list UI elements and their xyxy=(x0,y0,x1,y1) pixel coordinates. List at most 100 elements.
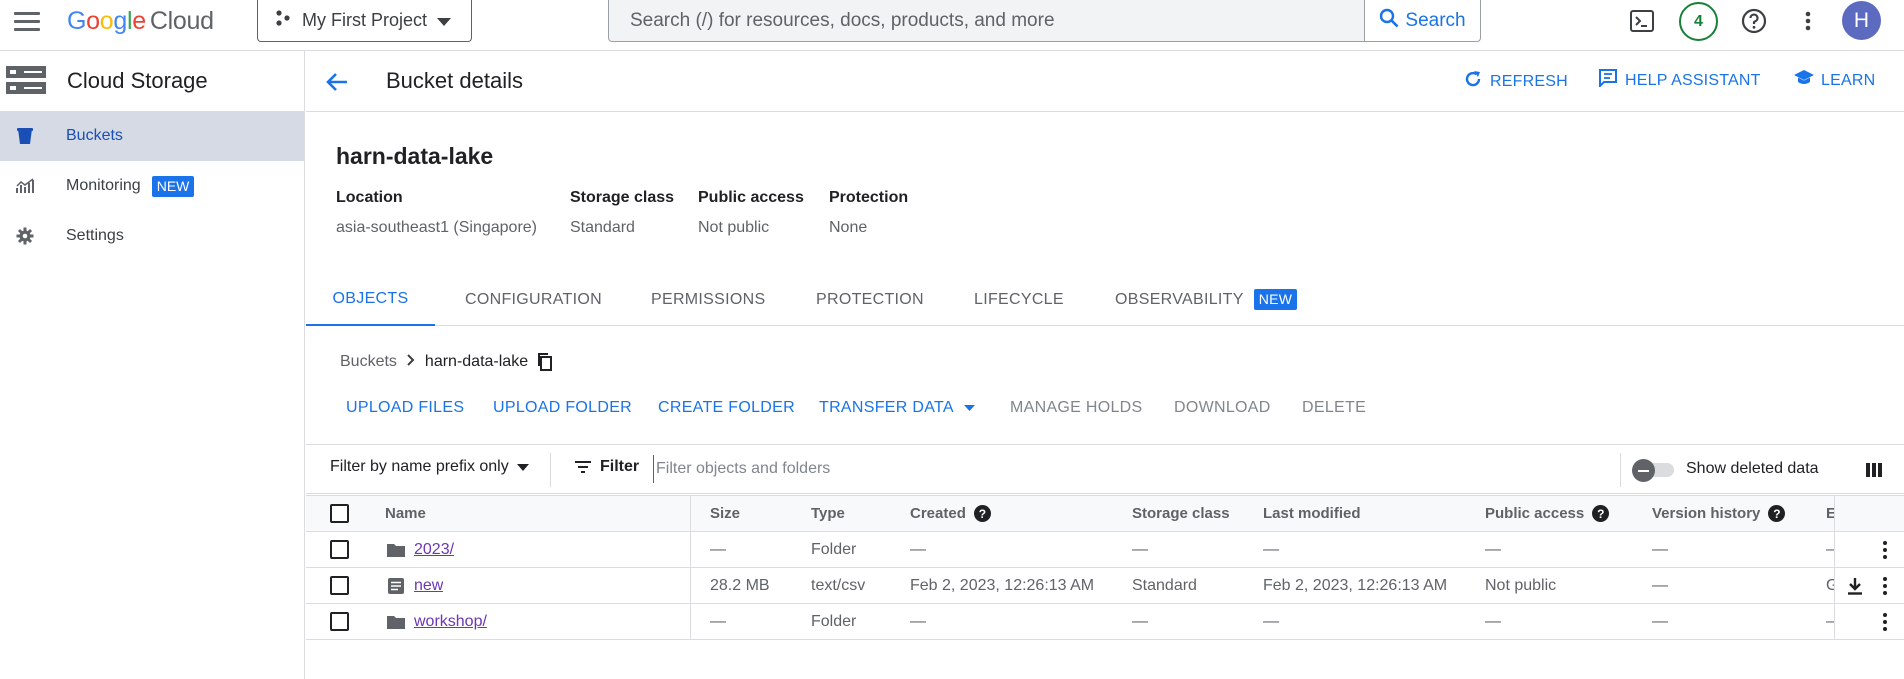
back-arrow-icon[interactable] xyxy=(322,67,352,97)
logo-letter: g xyxy=(113,7,127,35)
storage-class-cell: — xyxy=(1132,612,1148,630)
prefix-filter-select[interactable]: Filter by name prefix only xyxy=(330,458,529,476)
logo-letter: G xyxy=(67,7,87,35)
object-name-cell: new xyxy=(414,568,443,603)
search-button-label: Search xyxy=(1405,9,1466,31)
show-deleted-toggle[interactable] xyxy=(1632,459,1674,482)
table-row: new 28.2 MB text/csv Feb 2, 2023, 12:26:… xyxy=(306,568,1904,604)
row-checkbox-cell xyxy=(330,532,349,567)
page-header: Bucket details REFRESH HELP ASSISTANT LE… xyxy=(306,51,1904,112)
folder-icon xyxy=(387,532,405,567)
search-input[interactable] xyxy=(609,0,1364,41)
sidebar-item-settings[interactable]: Settings xyxy=(0,211,304,261)
object-name-link[interactable]: new xyxy=(414,577,443,595)
created-cell: Feb 2, 2023, 12:26:13 AM xyxy=(910,576,1095,594)
learn-button[interactable]: LEARN xyxy=(1794,69,1875,92)
create-folder-button[interactable]: CREATE FOLDER xyxy=(658,388,795,428)
object-name-cell: 2023/ xyxy=(414,532,454,567)
help-icon[interactable]: ? xyxy=(973,505,991,522)
row-checkbox[interactable] xyxy=(330,540,349,559)
more-vert-icon[interactable] xyxy=(1875,532,1895,567)
column-header-size[interactable]: Size xyxy=(710,496,740,531)
google-cloud-logo[interactable]: Google Cloud xyxy=(67,6,214,36)
column-divider xyxy=(690,532,691,567)
gear-icon xyxy=(15,226,35,246)
folder-icon xyxy=(387,604,405,639)
object-name-cell: workshop/ xyxy=(414,604,487,639)
column-display-icon[interactable] xyxy=(1862,458,1886,482)
download-icon[interactable] xyxy=(1845,568,1865,603)
learn-label: LEARN xyxy=(1821,71,1876,89)
meta-label: Location xyxy=(336,189,403,206)
manage-holds-button[interactable]: MANAGE HOLDS xyxy=(1010,388,1143,428)
breadcrumb: Buckets harn-data-lake xyxy=(340,353,553,371)
version-history-cell: — xyxy=(1652,612,1668,630)
object-name-link[interactable]: 2023/ xyxy=(414,541,454,559)
tab-lifecycle[interactable]: LIFECYCLE xyxy=(974,273,1064,326)
notifications-badge[interactable]: 4 xyxy=(1679,2,1718,41)
more-vert-icon[interactable] xyxy=(1875,604,1895,639)
chevron-down-icon xyxy=(516,463,529,471)
column-header-public-access[interactable]: Public access ? xyxy=(1485,496,1610,531)
meta-value: asia-southeast1 (Singapore) xyxy=(336,219,538,236)
main-menu-icon[interactable] xyxy=(14,9,44,33)
column-header-label: Version history xyxy=(1652,505,1761,522)
column-header-created[interactable]: Created ? xyxy=(910,496,991,531)
more-vert-icon[interactable] xyxy=(1875,568,1895,603)
upload-folder-button[interactable]: UPLOAD FOLDER xyxy=(493,388,632,428)
row-actions xyxy=(1834,604,1904,639)
filter-input[interactable] xyxy=(653,455,1353,483)
size-cell: 28.2 MB xyxy=(710,576,770,594)
sidebar-item-monitoring[interactable]: Monitoring NEW xyxy=(0,161,304,211)
filter-list-icon xyxy=(574,460,592,474)
column-header-version-history[interactable]: Version history ? xyxy=(1652,496,1786,531)
project-name: My First Project xyxy=(302,10,428,30)
transfer-data-button[interactable]: TRANSFER DATA xyxy=(819,388,975,428)
project-picker[interactable]: My First Project xyxy=(257,0,472,42)
download-button[interactable]: DOWNLOAD xyxy=(1174,388,1271,428)
help-icon[interactable] xyxy=(1738,5,1770,37)
tab-permissions[interactable]: PERMISSIONS xyxy=(651,273,765,326)
version-history-cell: — xyxy=(1652,540,1668,558)
more-vert-icon[interactable] xyxy=(1792,5,1824,37)
size-cell: — xyxy=(710,612,726,630)
tab-objects[interactable]: OBJECTS xyxy=(306,273,435,326)
help-icon[interactable]: ? xyxy=(1768,505,1786,522)
row-actions xyxy=(1834,568,1904,603)
table-row: workshop/ — Folder — — — — — – xyxy=(306,604,1904,640)
refresh-label: REFRESH xyxy=(1490,72,1568,90)
bucket-icon xyxy=(15,126,35,146)
sidebar-item-buckets[interactable]: Buckets xyxy=(0,111,304,161)
storage-class-cell: — xyxy=(1132,540,1148,558)
copy-icon[interactable] xyxy=(537,353,553,371)
upload-files-button[interactable]: UPLOAD FILES xyxy=(346,388,464,428)
column-header-type[interactable]: Type xyxy=(811,496,845,531)
column-header-storage-class[interactable]: Storage class xyxy=(1132,496,1230,531)
delete-button[interactable]: DELETE xyxy=(1302,388,1366,428)
public-access-cell: — xyxy=(1485,612,1501,630)
avatar[interactable]: H xyxy=(1842,1,1881,40)
cloud-shell-icon[interactable] xyxy=(1626,5,1658,37)
select-all-checkbox[interactable] xyxy=(330,504,349,523)
tab-bar: OBJECTS CONFIGURATION PERMISSIONS PROTEC… xyxy=(306,273,1904,326)
toggle-knob xyxy=(1632,459,1655,482)
tab-configuration[interactable]: CONFIGURATION xyxy=(465,273,602,326)
last-modified-cell: Feb 2, 2023, 12:26:13 AM xyxy=(1263,576,1448,594)
row-checkbox[interactable] xyxy=(330,576,349,595)
column-header-name[interactable]: Name xyxy=(385,496,426,531)
search-icon xyxy=(1379,8,1399,34)
sidebar-item-label: Settings xyxy=(66,227,124,244)
meta-storage-class: Storage class Standard xyxy=(570,189,674,237)
object-name-link[interactable]: workshop/ xyxy=(414,613,487,631)
breadcrumb-buckets-link[interactable]: Buckets xyxy=(340,353,397,371)
refresh-button[interactable]: REFRESH xyxy=(1463,69,1568,94)
search-button[interactable]: Search xyxy=(1364,0,1480,41)
column-header-last-modified[interactable]: Last modified xyxy=(1263,496,1361,531)
row-checkbox[interactable] xyxy=(330,612,349,631)
tab-observability[interactable]: OBSERVABILITY NEW xyxy=(1115,273,1298,326)
tab-protection[interactable]: PROTECTION xyxy=(816,273,924,326)
filter-bar: Filter by name prefix only Filter Show d… xyxy=(306,444,1904,494)
logo-letter: e xyxy=(132,7,146,35)
help-icon[interactable]: ? xyxy=(1592,505,1610,522)
help-assistant-button[interactable]: HELP ASSISTANT xyxy=(1598,69,1761,92)
